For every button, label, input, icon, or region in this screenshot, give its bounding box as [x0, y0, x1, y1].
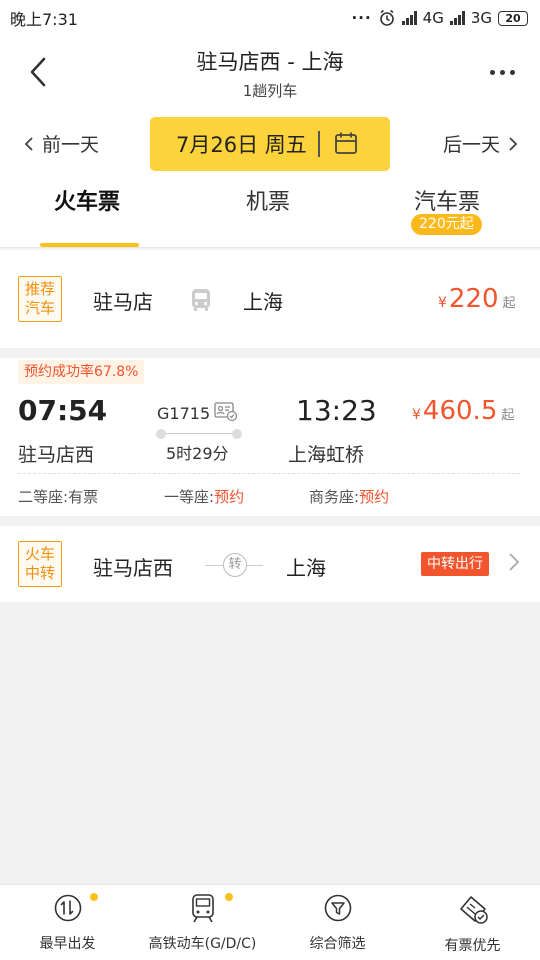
- signal-icon: [401, 11, 417, 25]
- more-options-button[interactable]: [482, 58, 522, 86]
- train-transfer-tag: 火车 中转: [18, 541, 62, 587]
- filter-icon: [324, 894, 351, 922]
- date-picker[interactable]: 7月26日 周五: [150, 117, 390, 171]
- train-price: ¥ 460.5 起: [412, 396, 514, 426]
- bus-icon: [192, 289, 210, 311]
- seat-name: 商务座:: [309, 488, 360, 506]
- earliest-icon: [54, 894, 81, 922]
- journey-track: [156, 429, 242, 439]
- battery-icon: 20: [498, 10, 528, 26]
- bus-from-city: 驻马店: [93, 290, 153, 314]
- tab-bus-ticket[interactable]: 汽车票: [414, 184, 480, 216]
- page-subtitle: 1趟列车: [242, 82, 298, 100]
- bottom-filter-bar: 最早出发 高铁动车(G/D/C) 综合筛选 有票优先: [0, 884, 540, 960]
- arrive-time: 13:23: [296, 394, 377, 427]
- train-number: G1715: [157, 404, 211, 423]
- transfer-to-city: 上海: [286, 556, 326, 580]
- train-icon: [191, 894, 214, 923]
- ticket-type-tabs: 火车票 机票 汽车票 220元起: [0, 176, 540, 248]
- prev-day-button[interactable]: 前一天: [24, 130, 99, 157]
- chevron-left-icon: [24, 136, 33, 151]
- bus-price-badge: 220元起: [411, 214, 482, 235]
- transfer-mark: 转: [223, 553, 247, 577]
- recommend-bus-tag: 推荐 汽车: [18, 276, 62, 322]
- transfer-from-city: 驻马店西: [93, 556, 173, 580]
- transfer-travel-badge[interactable]: 中转出行: [421, 552, 489, 576]
- nav-label: 综合筛选: [309, 936, 366, 952]
- nav-active-dot: [90, 893, 98, 901]
- status-icons: ··· 4G 3G 20: [352, 9, 528, 27]
- alarm-icon: [379, 9, 394, 26]
- seat-name: 二等座:: [18, 488, 69, 506]
- seat-second-class: 二等座:有票: [18, 486, 98, 507]
- chevron-right-icon: [509, 553, 520, 571]
- seat-status: 预约: [359, 488, 390, 506]
- booking-success-rate-badge: 预约成功率67.8%: [18, 360, 145, 384]
- seat-status: 有票: [68, 488, 99, 506]
- seat-first-class: 一等座:预约: [164, 486, 244, 507]
- next-day-label: 后一天: [442, 134, 500, 156]
- seat-name: 一等座:: [164, 488, 215, 506]
- nav-high-speed-rail[interactable]: 高铁动车(G/D/C): [135, 885, 270, 960]
- nav-earliest-departure[interactable]: 最早出发: [0, 885, 135, 960]
- price-suffix: 起: [502, 296, 516, 311]
- depart-time: 07:54: [18, 394, 108, 427]
- header: 驻马店西 - 上海 1趟列车: [0, 36, 540, 108]
- arrive-station: 上海虹桥: [288, 444, 365, 466]
- date-bar: 前一天 7月26日 周五 后一天: [0, 108, 540, 176]
- tag-line-2: 中转: [24, 564, 55, 582]
- bus-price: ¥ 220 起: [438, 284, 516, 314]
- bus-to-city: 上海: [243, 290, 283, 314]
- nav-label: 高铁动车(G/D/C): [148, 936, 257, 952]
- seat-business-class: 商务座:预约: [309, 486, 389, 507]
- chevron-right-icon: [509, 136, 518, 151]
- ticket-icon: [459, 896, 488, 924]
- notification-dots-icon: ···: [351, 9, 372, 27]
- nav-label: 有票优先: [444, 938, 501, 954]
- nav-filter[interactable]: 综合筛选: [270, 885, 405, 960]
- nav-active-dot: [225, 893, 233, 901]
- tag-line-1: 推荐: [24, 280, 55, 298]
- bus-recommend-card[interactable]: 推荐 汽车 驻马店 上海 ¥ 220 起: [0, 250, 540, 348]
- price-suffix: 起: [501, 408, 515, 423]
- selected-date: 7月26日 周五: [176, 133, 307, 157]
- yen-symbol: ¥: [438, 295, 447, 311]
- tab-train-ticket[interactable]: 火车票: [54, 184, 120, 216]
- yen-symbol: ¥: [412, 407, 421, 423]
- nav-tickets-available-first[interactable]: 有票优先: [405, 885, 540, 960]
- status-bar: 晚上7:31 ··· 4G 3G 20: [0, 0, 540, 36]
- seat-status: 预约: [214, 488, 245, 506]
- tag-line-1: 火车: [24, 545, 55, 563]
- signal-icon-2: [449, 11, 465, 25]
- depart-station: 驻马店西: [18, 444, 95, 466]
- train-price-value: 460.5: [422, 396, 498, 426]
- bus-price-value: 220: [448, 284, 499, 314]
- journey-duration: 5时29分: [166, 444, 229, 463]
- status-time: 晚上7:31: [10, 10, 78, 29]
- tag-line-2: 汽车: [24, 299, 55, 317]
- nav-label: 最早出发: [39, 936, 96, 952]
- id-card-icon: [214, 402, 238, 422]
- calendar-icon: [335, 132, 357, 154]
- tab-flight-ticket[interactable]: 机票: [246, 184, 290, 216]
- network-type-2: 3G: [470, 9, 492, 27]
- train-transfer-card[interactable]: 火车 中转 驻马店西 转 上海 中转出行: [0, 526, 540, 602]
- train-card-g1715[interactable]: 预约成功率67.8% 07:54 驻马店西 G1715 5时29分 13:23 …: [0, 358, 540, 516]
- transfer-indicator: 转: [205, 553, 263, 577]
- next-day-button[interactable]: 后一天: [443, 130, 518, 157]
- page-title: 驻马店西 - 上海: [196, 50, 344, 74]
- date-separator: [318, 131, 320, 157]
- active-tab-indicator: [40, 243, 139, 247]
- divider: [18, 473, 520, 474]
- network-type-1: 4G: [422, 9, 444, 27]
- prev-day-label: 前一天: [42, 134, 100, 156]
